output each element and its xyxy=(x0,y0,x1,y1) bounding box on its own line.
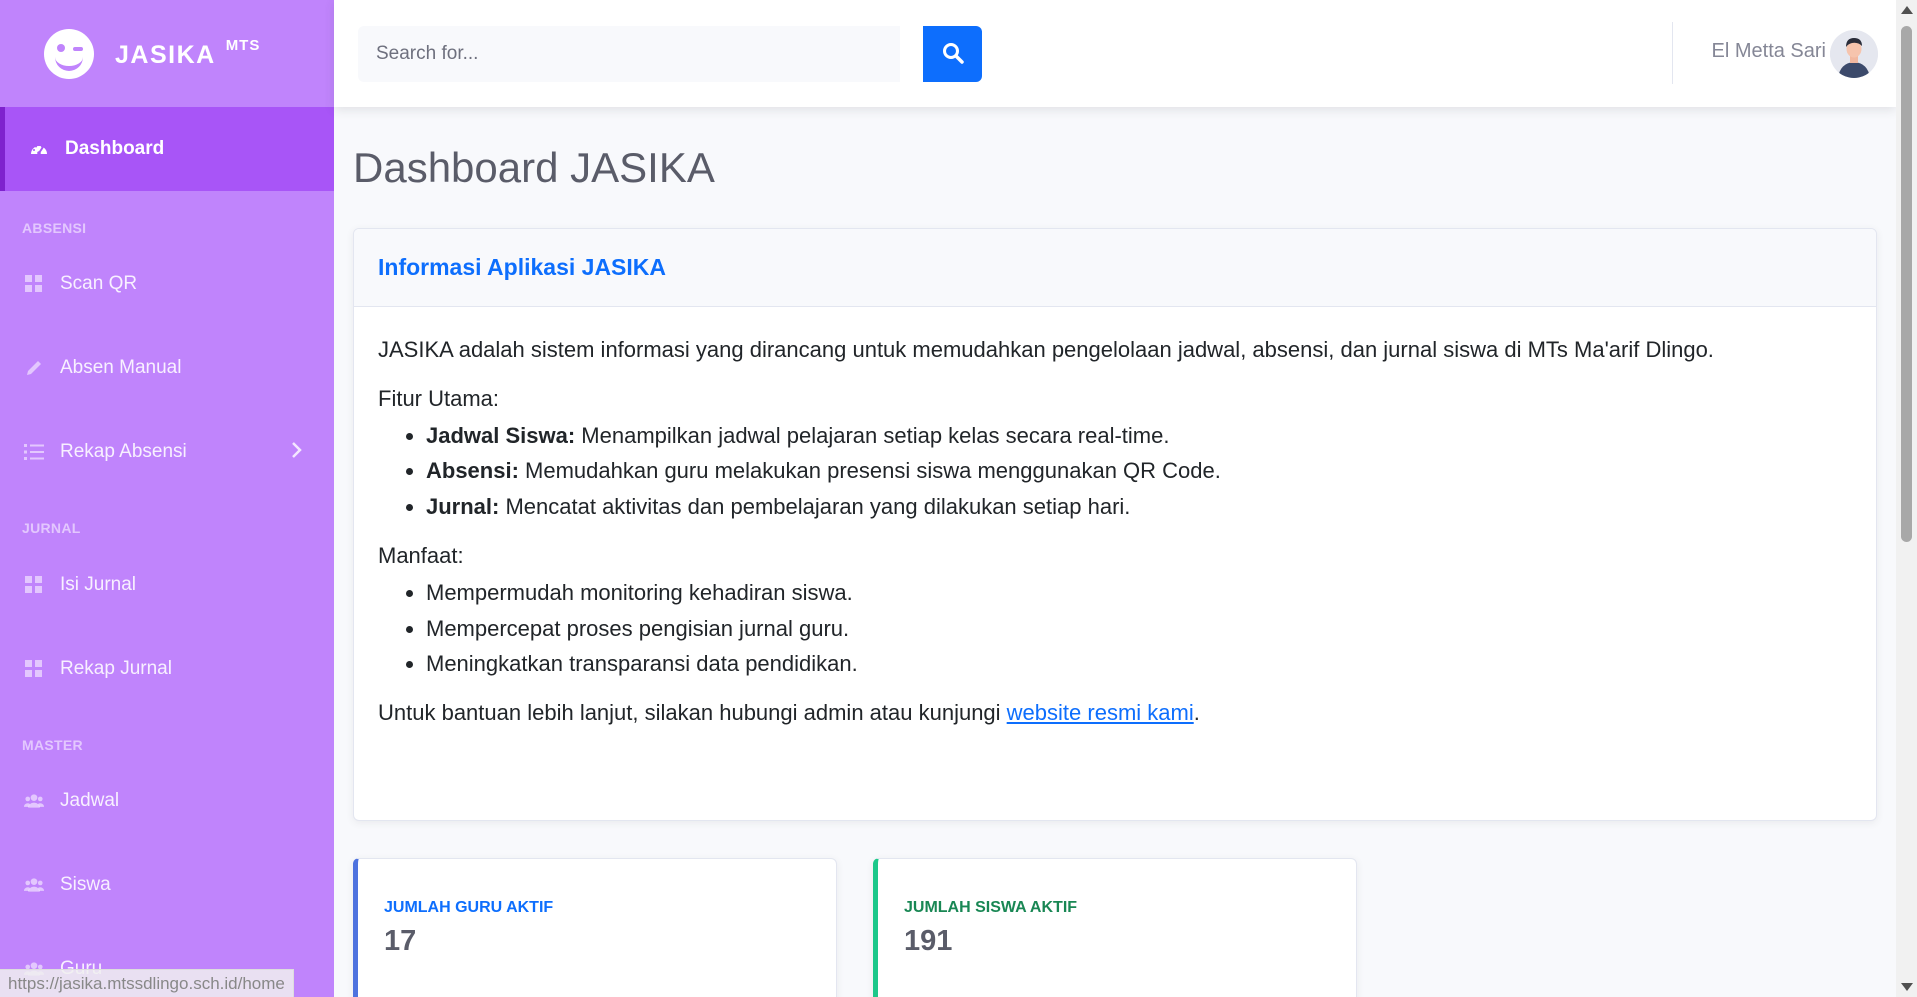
users-icon xyxy=(24,791,44,811)
sidebar-item-label: Dashboard xyxy=(65,138,165,159)
sidebar-item-label: Rekap Jurnal xyxy=(60,658,172,679)
page-title: Dashboard JASIKA xyxy=(353,144,715,191)
grid-icon xyxy=(24,575,44,595)
user-name[interactable]: El Metta Sari xyxy=(1712,40,1826,63)
feature-text: Mencatat aktivitas dan pembelajaran yang… xyxy=(499,494,1131,520)
list-item: Jadwal Siswa: Menampilkan jadwal pelajar… xyxy=(426,421,1852,452)
sidebar-item-rekap-jurnal[interactable]: Rekap Jurnal xyxy=(0,644,334,694)
stat-value: 191 xyxy=(904,925,953,957)
info-card-title: Informasi Aplikasi JASIKA xyxy=(378,254,667,280)
avatar[interactable] xyxy=(1830,30,1878,78)
list-icon xyxy=(24,442,44,462)
feature-text: Menampilkan jadwal pelajaran setiap kela… xyxy=(575,422,1170,448)
features-label: Fitur Utama: xyxy=(378,385,500,411)
website-link[interactable]: website resmi kami xyxy=(1007,700,1194,725)
sidebar-item-siswa[interactable]: Siswa xyxy=(0,860,334,910)
sidebar-item-label: Siswa xyxy=(60,874,111,895)
stat-label: JUMLAH SISWA AKTIF xyxy=(904,899,1078,916)
sidebar-item-isi-jurnal[interactable]: Isi Jurnal xyxy=(0,560,334,610)
feature-title: Jurnal: xyxy=(426,494,500,520)
help-paragraph: Untuk bantuan lebih lanjut, silakan hubu… xyxy=(378,698,1852,729)
smiley-logo-icon xyxy=(44,28,94,79)
heading-absensi: ABSENSI xyxy=(22,220,87,236)
info-card-header: Informasi Aplikasi JASIKA xyxy=(354,229,1876,307)
sidebar-item-label: Absen Manual xyxy=(60,357,182,378)
list-item: Mempercepat proses pengisian jurnal guru… xyxy=(426,614,1852,645)
sidebar-item-label: Jadwal xyxy=(60,790,120,811)
search-icon xyxy=(942,42,964,67)
scroll-up-icon[interactable] xyxy=(1901,6,1913,14)
status-bar-url: https://jasika.mtssdlingo.sch.id/home xyxy=(0,969,294,997)
heading-master: MASTER xyxy=(22,737,83,753)
sidebar-item-scan-qr[interactable]: Scan QR xyxy=(0,259,334,309)
stat-card-siswa: JUMLAH SISWA AKTIF 191 xyxy=(873,858,1357,997)
info-intro: JASIKA adalah sistem informasi yang dira… xyxy=(378,337,1714,362)
features-list: Jadwal Siswa: Menampilkan jadwal pelajar… xyxy=(426,421,1852,523)
stat-card-guru: JUMLAH GURU AKTIF 17 xyxy=(353,858,837,997)
scrollbar-thumb[interactable] xyxy=(1901,26,1912,542)
list-item: Absensi: Memudahkan guru melakukan prese… xyxy=(426,456,1852,487)
list-item: Mempermudah monitoring kehadiran siswa. xyxy=(426,578,1852,609)
search-input[interactable] xyxy=(358,26,900,82)
heading-jurnal: JURNAL xyxy=(22,520,81,536)
brand-suffix: MTS xyxy=(225,37,261,54)
pencil-icon xyxy=(24,358,44,378)
stat-label: JUMLAH GURU AKTIF xyxy=(384,899,554,916)
topbar-divider xyxy=(1672,22,1673,84)
feature-title: Jadwal Siswa: xyxy=(426,422,576,448)
info-card-body: JASIKA adalah sistem informasi yang dira… xyxy=(354,307,1876,729)
users-icon xyxy=(24,875,44,895)
sidebar-item-dashboard[interactable]: Dashboard xyxy=(0,107,334,191)
grid-icon xyxy=(24,274,44,294)
page-scrollbar[interactable] xyxy=(1896,0,1917,997)
search-form xyxy=(358,26,982,82)
help-text: Untuk bantuan lebih lanjut, silakan hubu… xyxy=(378,700,1007,726)
sidebar-item-rekap-absensi[interactable]: Rekap Absensi xyxy=(0,427,334,477)
sidebar-item-jadwal[interactable]: Jadwal xyxy=(0,776,334,826)
sidebar: JASIKA MTS Dashboard ABSENSI Scan QR Abs… xyxy=(0,0,334,997)
scroll-down-icon[interactable] xyxy=(1901,983,1913,991)
sidebar-item-label: Scan QR xyxy=(60,273,138,294)
tachometer-icon xyxy=(29,139,49,159)
sidebar-item-label: Rekap Absensi xyxy=(60,441,187,462)
brand[interactable]: JASIKA MTS xyxy=(0,0,334,107)
search-button[interactable] xyxy=(923,26,982,82)
sidebar-item-label: Isi Jurnal xyxy=(60,574,137,595)
benefits-label: Manfaat: xyxy=(378,542,464,568)
info-card: Informasi Aplikasi JASIKA JASIKA adalah … xyxy=(353,228,1877,821)
list-item: Meningkatkan transparansi data pendidika… xyxy=(426,649,1852,680)
stat-value: 17 xyxy=(384,925,417,957)
benefits-list: Mempermudah monitoring kehadiran siswa. … xyxy=(426,578,1852,680)
help-end: . xyxy=(1193,700,1200,726)
brand-name: JASIKA xyxy=(115,41,216,69)
topbar: El Metta Sari xyxy=(334,0,1896,107)
list-item: Jurnal: Mencatat aktivitas dan pembelaja… xyxy=(426,492,1852,523)
feature-title: Absensi: xyxy=(426,458,519,484)
feature-text: Memudahkan guru melakukan presensi siswa… xyxy=(518,458,1221,484)
grid-icon xyxy=(24,659,44,679)
sidebar-item-absen-manual[interactable]: Absen Manual xyxy=(0,343,334,393)
chevron-right-icon xyxy=(290,441,302,463)
